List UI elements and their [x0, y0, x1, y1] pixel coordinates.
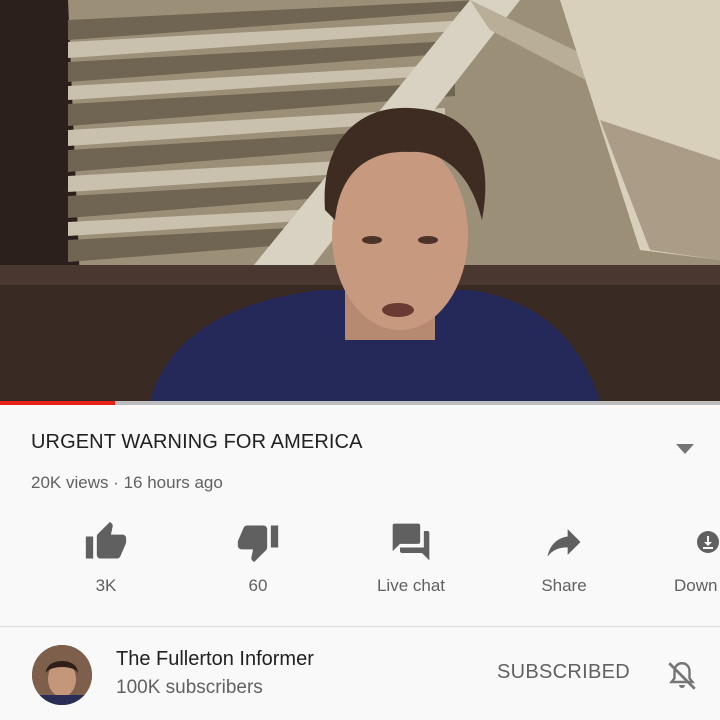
like-button[interactable]: 3K	[46, 520, 166, 596]
live-chat-icon	[351, 520, 471, 564]
live-chat-label: Live chat	[376, 576, 446, 595]
share-label: Share	[541, 576, 587, 595]
live-chat-button[interactable]: Live chat	[351, 520, 471, 596]
action-bar: 3K 60 Live chat Share Down	[0, 520, 720, 600]
channel-avatar[interactable]	[32, 645, 92, 705]
channel-name[interactable]: The Fullerton Informer	[116, 648, 314, 671]
bell-off-icon[interactable]	[664, 658, 700, 694]
video-player[interactable]	[0, 0, 720, 401]
divider	[0, 626, 720, 627]
subscriber-count: 100K subscribers	[116, 677, 263, 698]
video-frame	[0, 0, 720, 401]
playback-progress-fill	[0, 401, 116, 405]
download-icon	[662, 520, 720, 564]
dislike-button[interactable]: 60	[198, 520, 318, 596]
video-meta: 20K views · 16 hours ago	[31, 473, 223, 492]
expand-chevron-icon[interactable]	[676, 444, 694, 454]
share-icon	[504, 520, 624, 564]
download-label: Down	[674, 576, 718, 595]
download-button[interactable]: Down	[662, 520, 720, 596]
like-count: 3K	[95, 576, 117, 595]
video-title: URGENT WARNING FOR AMERICA	[31, 431, 363, 453]
thumbs-down-icon	[198, 520, 318, 564]
thumbs-up-icon	[46, 520, 166, 564]
subscribed-button[interactable]: SUBSCRIBED	[497, 661, 630, 684]
playback-progress-bar[interactable]	[0, 401, 720, 405]
share-button[interactable]: Share	[504, 520, 624, 596]
dislike-count: 60	[248, 576, 268, 595]
